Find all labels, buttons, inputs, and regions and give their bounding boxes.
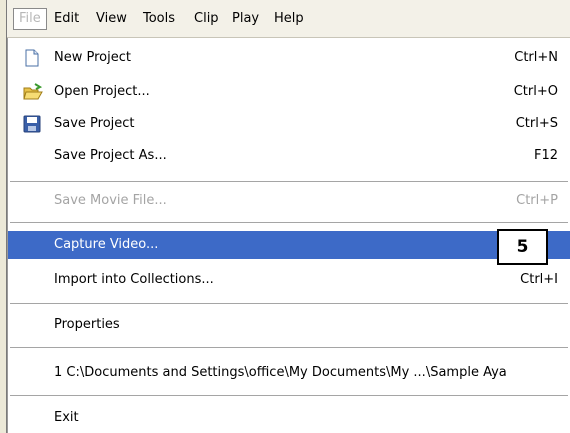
menu-help[interactable]: Help: [269, 8, 309, 30]
menu-separator: [10, 395, 568, 396]
menu-separator: [10, 347, 568, 348]
menu-item-label: Capture Video...: [54, 237, 159, 252]
menu-file[interactable]: File: [13, 8, 47, 30]
menu-item-label: Open Project...: [54, 84, 150, 99]
menu-item-open-project[interactable]: Open Project... Ctrl+O: [8, 78, 570, 106]
step-number-callout: 5: [497, 229, 548, 265]
menu-item-new-project[interactable]: New Project Ctrl+N: [8, 44, 570, 72]
menu-item-shortcut: Ctrl+P: [516, 193, 558, 208]
menu-item-exit[interactable]: Exit: [8, 404, 570, 432]
menu-item-shortcut: F12: [533, 148, 558, 163]
menu-item-shortcut: Ctrl+S: [515, 116, 558, 131]
menu-item-label: Exit: [54, 410, 79, 425]
menu-item-shortcut: Ctrl+I: [520, 272, 558, 287]
menu-play[interactable]: Play: [227, 8, 264, 30]
menu-item-label: Save Project As...: [54, 148, 167, 163]
menu-edit[interactable]: Edit: [49, 8, 84, 30]
menu-clip[interactable]: Clip: [189, 8, 224, 30]
menu-bar: File Edit View Tools Clip Play Help: [7, 0, 570, 38]
menu-item-recent-file[interactable]: 1 C:\Documents and Settings\office\My Do…: [8, 359, 570, 387]
file-dropdown-menu: New Project Ctrl+N Open Project... Ctrl+…: [7, 38, 570, 433]
menu-tools[interactable]: Tools: [138, 8, 180, 30]
menu-item-shortcut: Ctrl+N: [514, 50, 558, 65]
menu-item-capture-video[interactable]: Capture Video...: [8, 231, 570, 259]
menu-item-save-project[interactable]: Save Project Ctrl+S: [8, 110, 570, 138]
menu-item-label: Properties: [54, 317, 120, 332]
menu-item-shortcut: Ctrl+O: [513, 84, 558, 99]
document-icon: [23, 49, 41, 67]
menu-view[interactable]: View: [91, 8, 132, 30]
menu-separator: [10, 181, 568, 182]
menu-item-save-movie-file: Save Movie File... Ctrl+P: [8, 187, 570, 215]
menu-item-properties[interactable]: Properties: [8, 311, 570, 339]
window-left-edge: [0, 0, 7, 433]
floppy-disk-icon: [23, 115, 41, 133]
menu-item-save-project-as[interactable]: Save Project As... F12: [8, 142, 570, 170]
menu-separator: [10, 303, 568, 304]
menu-item-label: Import into Collections...: [54, 272, 214, 287]
folder-open-icon: [23, 83, 43, 101]
menu-item-import-collections[interactable]: Import into Collections... Ctrl+I: [8, 266, 570, 294]
menu-separator: [10, 222, 568, 223]
menu-item-label: Save Project: [54, 116, 135, 131]
menu-item-label: 1 C:\Documents and Settings\office\My Do…: [54, 365, 507, 380]
menu-item-label: New Project: [54, 50, 131, 65]
menu-item-label: Save Movie File...: [54, 193, 167, 208]
